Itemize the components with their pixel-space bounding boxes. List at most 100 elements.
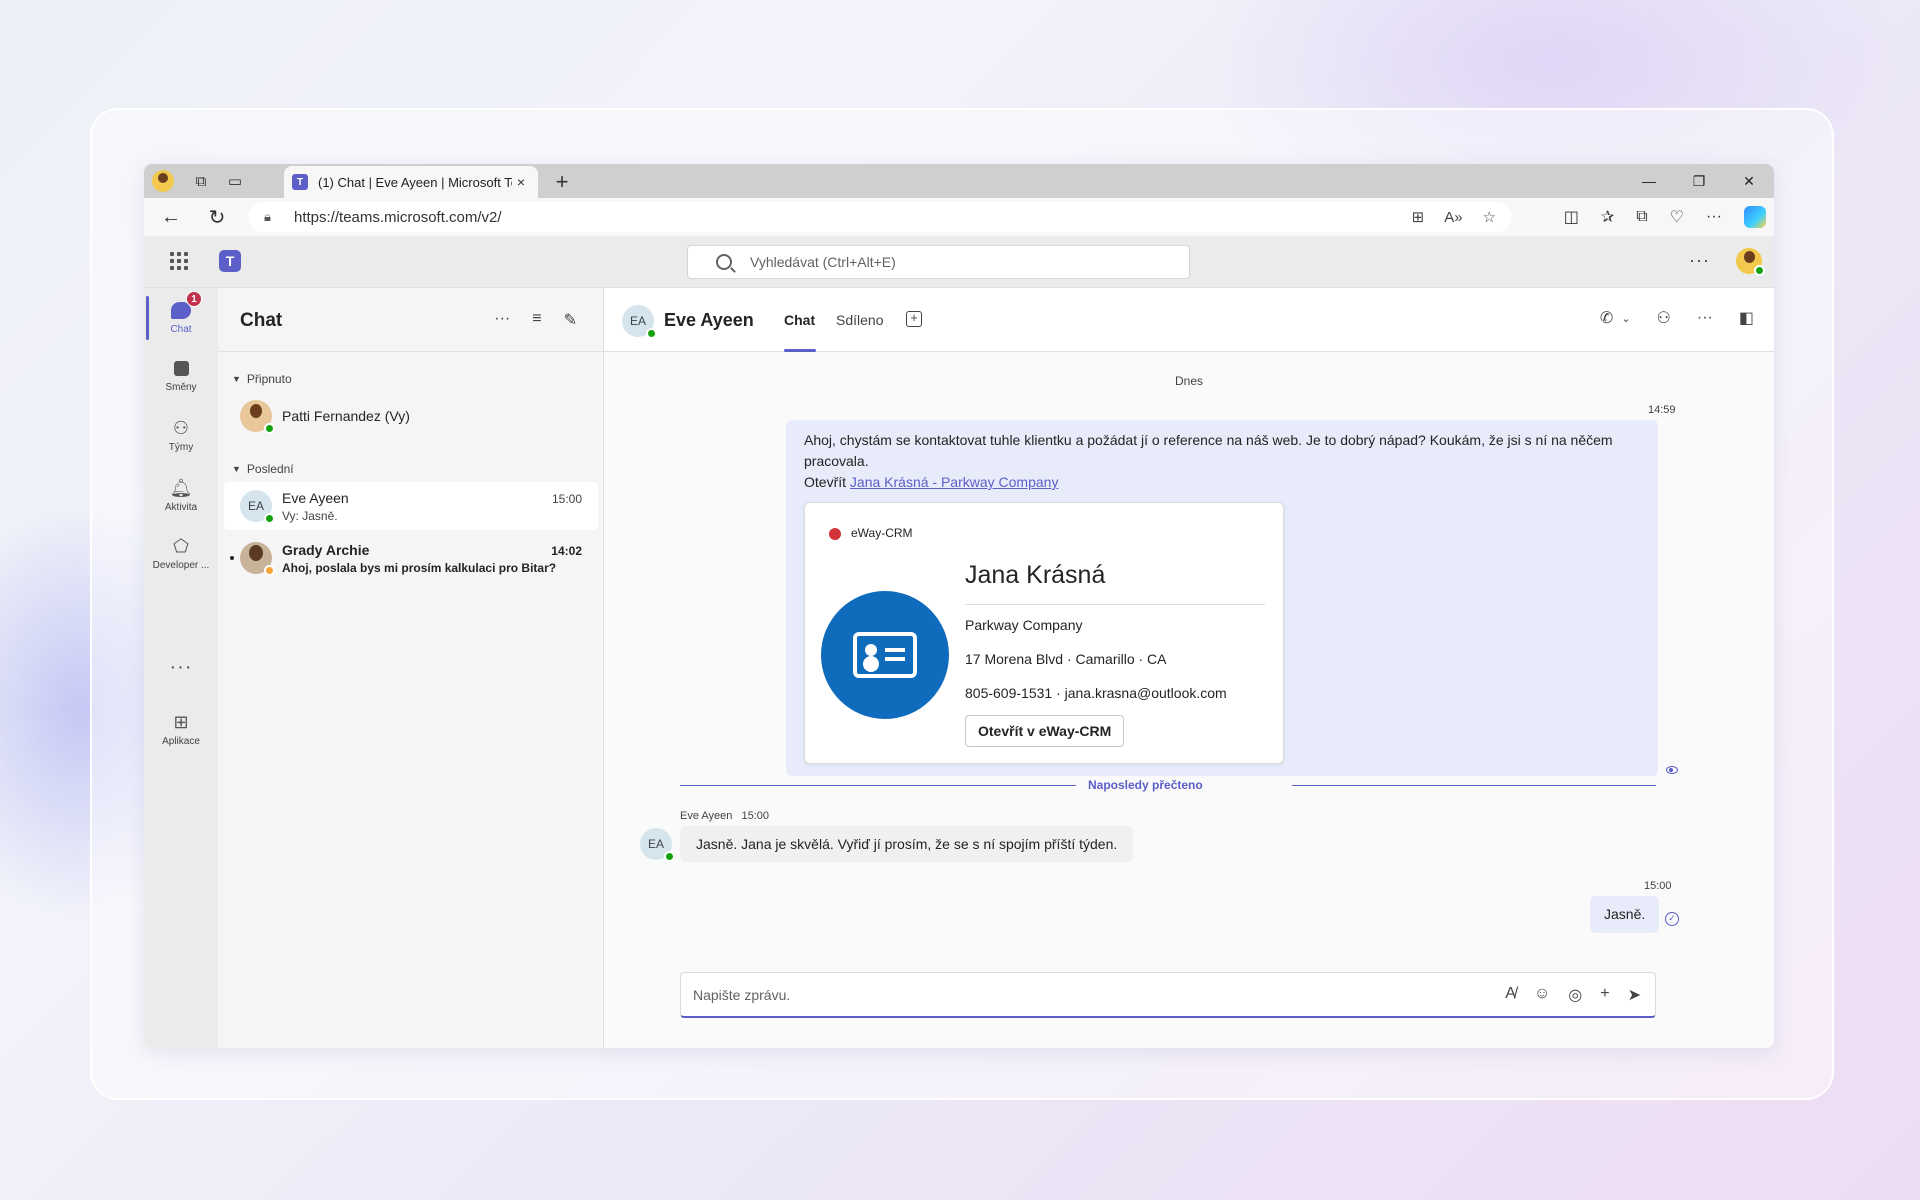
- app-available-icon[interactable]: ⊞: [1412, 208, 1425, 226]
- rail-item-activity[interactable]: 🔔︎ Aktivita: [144, 466, 218, 524]
- browser-tab-teams[interactable]: T (1) Chat | Eve Ayeen | Microsoft Teams…: [284, 166, 538, 198]
- collections-icon[interactable]: ⧉: [1636, 208, 1647, 226]
- tab-chat[interactable]: Chat: [784, 312, 815, 328]
- add-tab-icon[interactable]: +: [906, 311, 922, 327]
- crm-contact-card: eWay-CRM Jana Krásná Parkway Company 17 …: [804, 502, 1284, 764]
- call-icon[interactable]: ✆: [1600, 308, 1613, 328]
- avatar: [240, 542, 275, 576]
- filter-icon[interactable]: ≡: [532, 310, 541, 330]
- new-tab-button[interactable]: +: [548, 168, 576, 196]
- my-message-bubble[interactable]: Ahoj, chystám se kontaktovat tuhle klien…: [786, 420, 1658, 776]
- favorites-icon[interactable]: ✰: [1601, 207, 1614, 227]
- card-divider: [965, 604, 1265, 605]
- app-launcher-icon[interactable]: [170, 252, 188, 270]
- message-input[interactable]: [693, 985, 1453, 1005]
- message-meta: Eve Ayeen 15:00: [680, 810, 769, 822]
- more-options-icon[interactable]: ···: [1697, 309, 1713, 327]
- presence-available-icon: [664, 851, 675, 862]
- contact-name[interactable]: Eve Ayeen: [664, 310, 754, 331]
- browser-essentials-icon[interactable]: ♡: [1670, 207, 1684, 227]
- format-icon[interactable]: A̸: [1505, 985, 1516, 1005]
- chat-list-header: Chat ··· ≡ ✎: [218, 288, 603, 352]
- tab-close-icon[interactable]: ×: [512, 174, 530, 190]
- unread-dot-icon: [230, 556, 234, 560]
- their-message-bubble[interactable]: Jasně. Jana je skvělá. Vyřiď jí prosím, …: [680, 826, 1134, 862]
- header-actions: ✆ ⌄ ⚇ ··· ◧: [1600, 308, 1754, 328]
- add-people-icon[interactable]: ⚇: [1657, 308, 1671, 328]
- chat-row-grady-archie[interactable]: Grady Archie Ahoj, poslala bys mi prosím…: [224, 534, 598, 582]
- sender-avatar[interactable]: EA: [640, 828, 675, 862]
- more-apps-icon[interactable]: ···: [144, 656, 218, 679]
- sent-check-icon: ✓: [1665, 912, 1679, 926]
- back-arrow-icon[interactable]: ←: [148, 198, 194, 236]
- chat-row-eve-ayeen[interactable]: EA Eve Ayeen Vy: Jasně. 15:00: [224, 482, 598, 530]
- presence-available-icon: [646, 328, 657, 339]
- split-screen-icon[interactable]: ◫: [1564, 207, 1579, 227]
- more-options-icon[interactable]: ···: [494, 310, 510, 330]
- teams-logo-icon: T: [219, 250, 241, 272]
- chat-row-preview: Ahoj, poslala bys mi prosím kalkulaci pr…: [282, 561, 557, 575]
- settings-more-icon[interactable]: ···: [1689, 250, 1710, 271]
- conversation-pane: EA Eve Ayeen Chat Sdíleno + ✆ ⌄ ⚇ ··· ◧ …: [604, 288, 1774, 1048]
- refresh-icon[interactable]: ↻: [194, 198, 240, 236]
- open-in-crm-button[interactable]: Otevřít v eWay-CRM: [965, 715, 1125, 747]
- loop-icon[interactable]: ◎: [1568, 985, 1582, 1005]
- address-bar-icons: ⊞ A» ☆: [1412, 202, 1496, 232]
- read-aloud-icon[interactable]: A»: [1444, 209, 1462, 226]
- search-input[interactable]: Vyhledávat (Ctrl+Alt+E): [687, 245, 1190, 279]
- avatar: [240, 400, 275, 434]
- open-side-panel-icon[interactable]: ◧: [1739, 308, 1754, 328]
- my-message-bubble[interactable]: Jasně.: [1590, 896, 1660, 933]
- chevron-down-icon[interactable]: ⌄: [1621, 312, 1630, 325]
- browser-actions: ◫ ✰ ⧉ ♡ ···: [1564, 198, 1766, 236]
- send-icon[interactable]: ➤: [1628, 985, 1641, 1005]
- contact-card-icon: [821, 591, 949, 719]
- search-icon: [716, 254, 732, 270]
- favorite-star-icon[interactable]: ☆: [1483, 208, 1496, 226]
- developer-icon: ⬠: [173, 535, 189, 556]
- contact-avatar[interactable]: EA: [622, 305, 657, 339]
- rail-label: Developer ...: [152, 560, 210, 571]
- compose-tools: A̸ ☺ ◎ + ➤: [1505, 985, 1641, 1005]
- profile-avatar[interactable]: [152, 170, 174, 192]
- compose-box: A̸ ☺ ◎ + ➤: [680, 972, 1656, 1018]
- card-source: eWay-CRM: [829, 523, 913, 544]
- message-text: Ahoj, chystám se kontaktovat tuhle klien…: [804, 432, 1613, 469]
- eway-crm-icon: [829, 527, 841, 540]
- rail-item-chat[interactable]: 1 Chat: [144, 288, 218, 346]
- user-avatar[interactable]: [1736, 248, 1765, 276]
- crm-record-link[interactable]: Jana Krásná - Parkway Company: [850, 474, 1059, 490]
- rail-item-shifts[interactable]: Směny: [144, 346, 218, 404]
- restore-icon[interactable]: ❐: [1674, 164, 1724, 198]
- rail-item-apps[interactable]: ⊞ Aplikace: [144, 700, 218, 758]
- chat-list-pane: Chat ··· ≡ ✎ ▼ Připnuto Patti Fernandez …: [218, 288, 604, 1048]
- vertical-tabs-icon[interactable]: ▭: [218, 164, 252, 198]
- attach-plus-icon[interactable]: +: [1600, 985, 1609, 1005]
- tab-shared[interactable]: Sdíleno: [836, 312, 883, 328]
- conversation-header: EA Eve Ayeen Chat Sdíleno + ✆ ⌄ ⚇ ··· ◧: [604, 288, 1774, 352]
- chat-row-preview: Vy: Jasně.: [282, 509, 338, 523]
- chat-row-pinned[interactable]: Patti Fernandez (Vy): [224, 392, 598, 440]
- workspaces-icon[interactable]: ⧉: [184, 164, 218, 198]
- card-contact-name: Jana Krásná: [965, 561, 1106, 589]
- close-window-icon[interactable]: ✕: [1724, 164, 1774, 198]
- caret-down-icon: ▼: [232, 374, 241, 384]
- section-pinned[interactable]: ▼ Připnuto: [232, 372, 292, 386]
- address-bar[interactable]: 🔒︎ https://teams.microsoft.com/v2/ ⊞ A» …: [248, 202, 1512, 232]
- browser-menu-icon[interactable]: ···: [1706, 208, 1722, 226]
- rail-label: Aplikace: [162, 736, 200, 747]
- active-indicator: [146, 296, 149, 340]
- copilot-icon[interactable]: [1744, 206, 1766, 228]
- minimize-icon[interactable]: —: [1624, 164, 1674, 198]
- chat-row-time: 14:02: [551, 544, 582, 558]
- rail-item-developer[interactable]: ⬠ Developer ...: [144, 524, 218, 582]
- rail-item-teams[interactable]: ⚇ Týmy: [144, 406, 218, 464]
- apps-icon: ⊞: [173, 711, 189, 732]
- rail-label: Směny: [165, 382, 197, 393]
- emoji-icon[interactable]: ☺: [1534, 985, 1550, 1005]
- search-placeholder: Vyhledávat (Ctrl+Alt+E): [750, 254, 896, 270]
- new-chat-icon[interactable]: ✎: [564, 310, 577, 330]
- date-separator: Dnes: [1174, 374, 1203, 388]
- section-recent[interactable]: ▼ Poslední: [232, 462, 294, 476]
- card-company: Parkway Company: [965, 617, 1083, 633]
